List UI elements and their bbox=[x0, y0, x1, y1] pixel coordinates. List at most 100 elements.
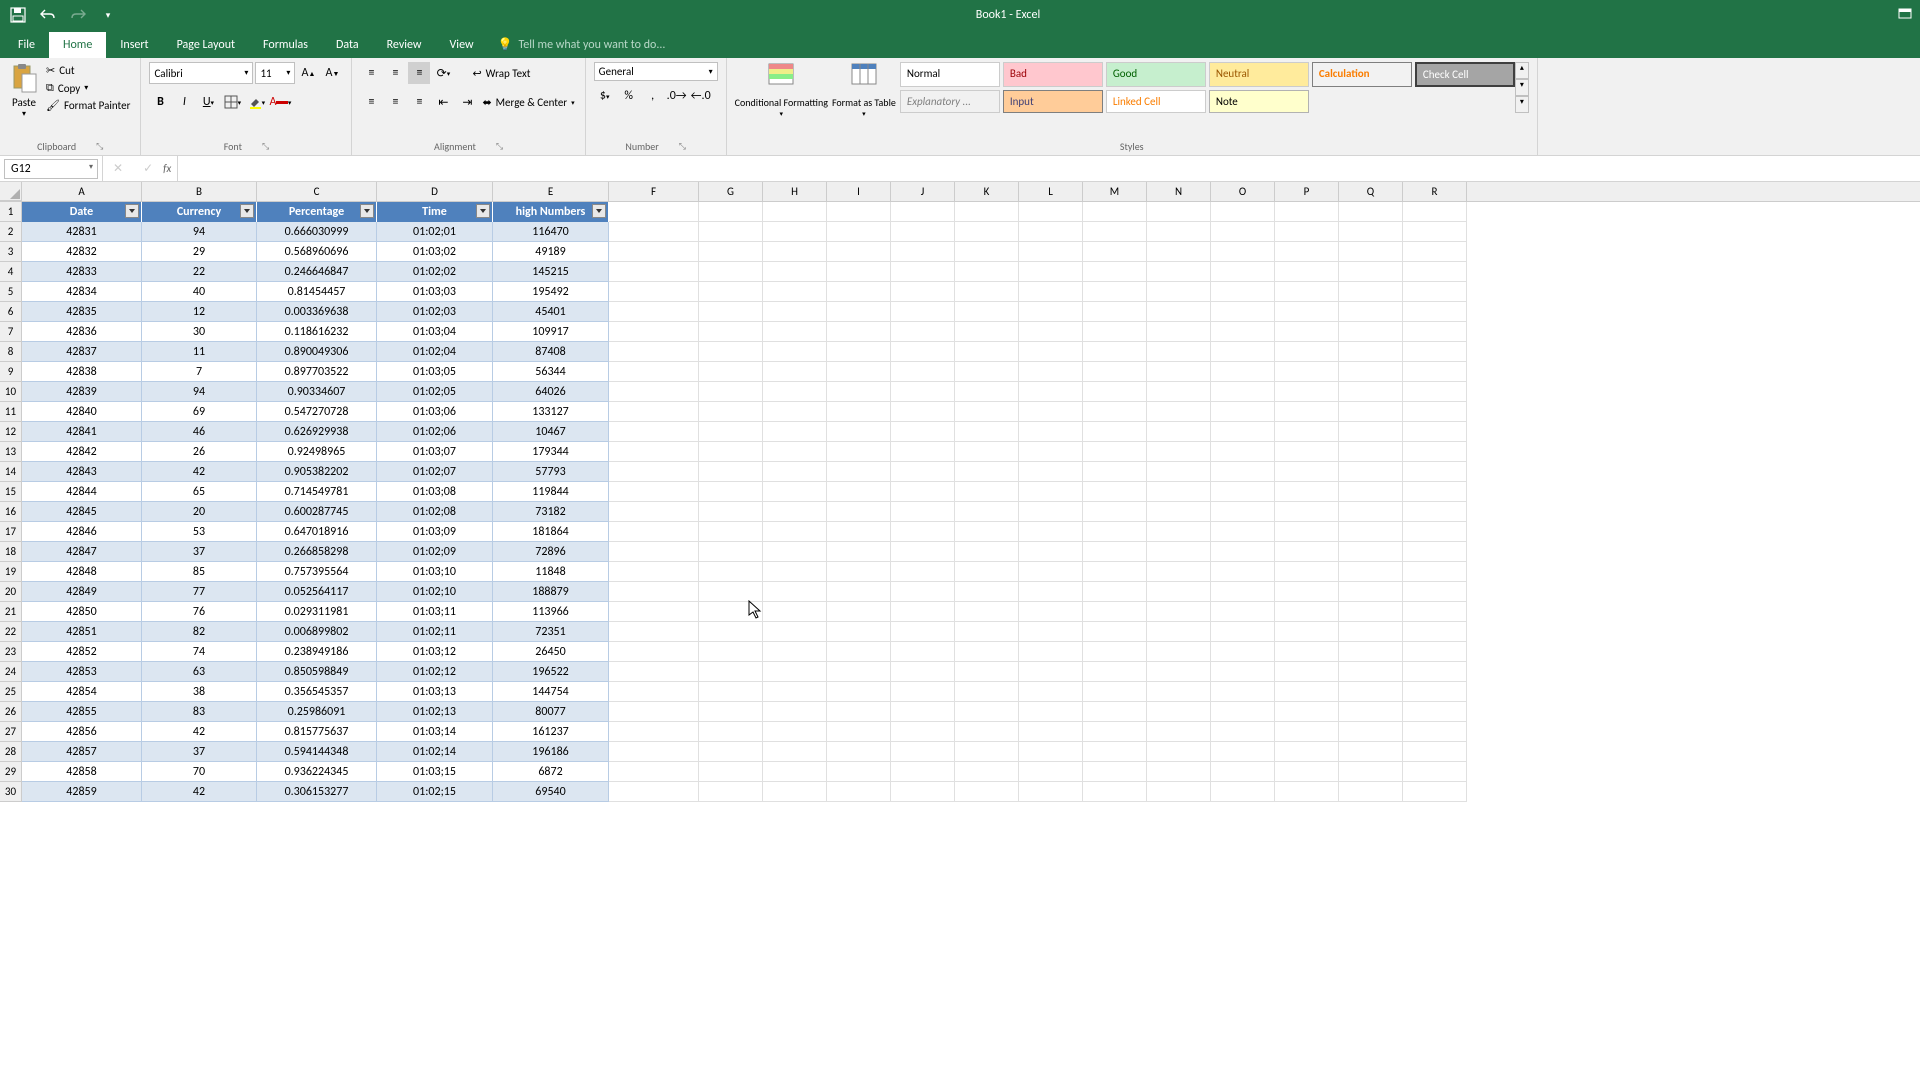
style-explanatory[interactable]: Explanatory ... bbox=[900, 90, 1000, 113]
decrease-indent-icon[interactable]: ⇤ bbox=[432, 91, 454, 113]
cell[interactable] bbox=[609, 262, 699, 282]
cell[interactable] bbox=[763, 422, 827, 442]
cell[interactable] bbox=[1403, 222, 1467, 242]
cell[interactable] bbox=[827, 222, 891, 242]
cell[interactable] bbox=[1147, 402, 1211, 422]
cell[interactable] bbox=[1019, 742, 1083, 762]
cell[interactable] bbox=[763, 622, 827, 642]
cell[interactable] bbox=[609, 742, 699, 762]
col-header-B[interactable]: B bbox=[142, 182, 257, 201]
row-header[interactable]: 15 bbox=[0, 482, 22, 502]
cell[interactable] bbox=[1275, 402, 1339, 422]
cell[interactable] bbox=[1083, 682, 1147, 702]
cell[interactable]: 42832 bbox=[22, 242, 142, 262]
cell[interactable]: 161237 bbox=[493, 722, 609, 742]
cell[interactable] bbox=[1403, 502, 1467, 522]
cell[interactable] bbox=[609, 202, 699, 222]
cell[interactable] bbox=[891, 442, 955, 462]
row-header[interactable]: 30 bbox=[0, 782, 22, 802]
cell[interactable] bbox=[955, 542, 1019, 562]
cell[interactable] bbox=[1339, 262, 1403, 282]
cell[interactable] bbox=[763, 222, 827, 242]
cell[interactable] bbox=[1339, 222, 1403, 242]
cell[interactable] bbox=[891, 322, 955, 342]
cell[interactable]: 70 bbox=[142, 762, 257, 782]
cell[interactable] bbox=[699, 582, 763, 602]
cell[interactable] bbox=[955, 342, 1019, 362]
cell[interactable] bbox=[827, 542, 891, 562]
cell[interactable] bbox=[609, 242, 699, 262]
filter-button[interactable] bbox=[125, 204, 139, 218]
cell[interactable] bbox=[827, 242, 891, 262]
cell[interactable] bbox=[1275, 322, 1339, 342]
cell[interactable]: 01:03;09 bbox=[377, 522, 493, 542]
cell[interactable] bbox=[609, 382, 699, 402]
cell[interactable] bbox=[699, 322, 763, 342]
cell[interactable]: 01:03;02 bbox=[377, 242, 493, 262]
cell[interactable] bbox=[1083, 482, 1147, 502]
cell[interactable]: 0.757395564 bbox=[257, 562, 377, 582]
cell[interactable] bbox=[609, 222, 699, 242]
col-header-E[interactable]: E bbox=[493, 182, 609, 201]
cell[interactable]: 01:02;12 bbox=[377, 662, 493, 682]
cell[interactable]: 42840 bbox=[22, 402, 142, 422]
undo-icon[interactable] bbox=[38, 5, 58, 25]
copy-button[interactable]: ⧉Copy ▾ bbox=[44, 79, 132, 97]
cell[interactable] bbox=[1147, 242, 1211, 262]
row-header[interactable]: 25 bbox=[0, 682, 22, 702]
cell[interactable]: 22 bbox=[142, 262, 257, 282]
increase-decimal-icon[interactable]: .0→ bbox=[666, 85, 688, 107]
cell[interactable]: 53 bbox=[142, 522, 257, 542]
cell[interactable] bbox=[1083, 722, 1147, 742]
decrease-decimal-icon[interactable]: ←.0 bbox=[690, 85, 712, 107]
cell[interactable] bbox=[1211, 682, 1275, 702]
cell[interactable]: 11848 bbox=[493, 562, 609, 582]
cell[interactable]: 64026 bbox=[493, 382, 609, 402]
cell[interactable]: 133127 bbox=[493, 402, 609, 422]
increase-indent-icon[interactable]: ⇥ bbox=[456, 91, 478, 113]
cell[interactable]: 195492 bbox=[493, 282, 609, 302]
cell[interactable] bbox=[1083, 602, 1147, 622]
cell[interactable]: 0.547270728 bbox=[257, 402, 377, 422]
table-header-currency[interactable]: Currency bbox=[142, 202, 257, 222]
cell[interactable]: 0.246646847 bbox=[257, 262, 377, 282]
cell[interactable] bbox=[1147, 442, 1211, 462]
row-header[interactable]: 21 bbox=[0, 602, 22, 622]
cell[interactable] bbox=[827, 422, 891, 442]
cell[interactable]: 42858 bbox=[22, 762, 142, 782]
cell[interactable] bbox=[609, 682, 699, 702]
col-header-A[interactable]: A bbox=[22, 182, 142, 201]
filter-button[interactable] bbox=[240, 204, 254, 218]
col-header-D[interactable]: D bbox=[377, 182, 493, 201]
cell[interactable] bbox=[1211, 602, 1275, 622]
cell[interactable]: 144754 bbox=[493, 682, 609, 702]
cell[interactable] bbox=[1211, 242, 1275, 262]
cell[interactable] bbox=[891, 502, 955, 522]
cell[interactable] bbox=[891, 602, 955, 622]
cell[interactable] bbox=[763, 642, 827, 662]
cell[interactable]: 01:03;04 bbox=[377, 322, 493, 342]
cell[interactable]: 196186 bbox=[493, 742, 609, 762]
cell[interactable] bbox=[1403, 382, 1467, 402]
cell[interactable]: 113966 bbox=[493, 602, 609, 622]
cell[interactable] bbox=[1275, 562, 1339, 582]
font-name-combo[interactable]: Calibri▾ bbox=[149, 62, 253, 84]
cell[interactable]: 181864 bbox=[493, 522, 609, 542]
cell[interactable]: 188879 bbox=[493, 582, 609, 602]
row-header[interactable]: 22 bbox=[0, 622, 22, 642]
cell[interactable] bbox=[699, 262, 763, 282]
cell[interactable]: 0.936224345 bbox=[257, 762, 377, 782]
cell[interactable]: 80077 bbox=[493, 702, 609, 722]
cell[interactable]: 94 bbox=[142, 222, 257, 242]
row-header[interactable]: 27 bbox=[0, 722, 22, 742]
col-header-C[interactable]: C bbox=[257, 182, 377, 201]
cell[interactable]: 01:02;15 bbox=[377, 782, 493, 802]
cell[interactable] bbox=[1339, 622, 1403, 642]
align-bottom-icon[interactable]: ≡ bbox=[408, 62, 430, 84]
cell[interactable]: 42859 bbox=[22, 782, 142, 802]
cell[interactable] bbox=[827, 202, 891, 222]
style-note[interactable]: Note bbox=[1209, 90, 1309, 113]
cell[interactable] bbox=[699, 282, 763, 302]
cell[interactable] bbox=[1019, 202, 1083, 222]
cancel-formula-icon[interactable]: ✕ bbox=[103, 161, 133, 176]
